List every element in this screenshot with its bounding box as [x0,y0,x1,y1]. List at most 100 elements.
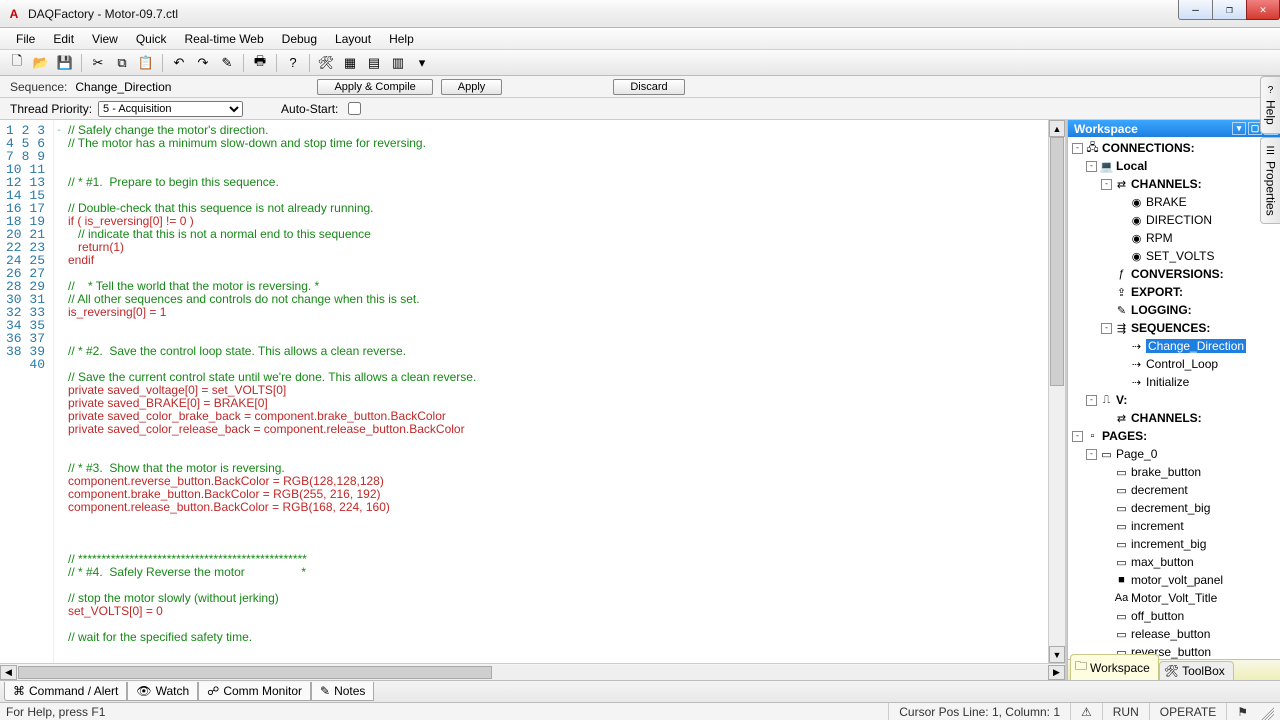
resize-grip[interactable] [1258,704,1274,720]
tree-expander[interactable]: - [1086,449,1097,460]
menu-quick[interactable]: Quick [128,30,175,48]
status-warning-icon: ⚠ [1070,703,1102,720]
tree-item-motor-volt-panel[interactable]: motor_volt_panel [1131,573,1223,587]
tree-expander[interactable]: - [1086,395,1097,406]
toolbox-tab[interactable]: 🛠ToolBox [1159,661,1234,680]
tree-expander[interactable]: - [1072,143,1083,154]
bottom-tab-command-alert[interactable]: ⌘Command / Alert [4,682,127,701]
tree-expander[interactable]: - [1086,161,1097,172]
menu-real-time-web[interactable]: Real-time Web [177,30,272,48]
fold-gutter[interactable]: - [54,120,64,663]
tree-item-max-button[interactable]: max_button [1131,555,1194,569]
scroll-down-icon[interactable]: ▼ [1049,646,1065,663]
menu-help[interactable]: Help [381,30,422,48]
tree-item-increment[interactable]: increment [1131,519,1184,533]
dropdown-icon[interactable]: ▾ [411,52,433,74]
close-button[interactable]: ✕ [1246,0,1280,20]
print-icon[interactable]: 🖶 [249,52,271,74]
tree-item-brake[interactable]: BRAKE [1146,195,1187,209]
tree-item-v[interactable]: V: [1116,393,1127,407]
copy-icon[interactable]: ⧉ [111,52,133,74]
tree-item-sequences[interactable]: SEQUENCES: [1131,321,1210,335]
scroll-left-icon[interactable]: ◀ [0,665,17,680]
thread-priority-select[interactable]: 5 - Acquisition [98,101,243,117]
paste-icon[interactable]: 📋 [135,52,157,74]
tree-item-page-0[interactable]: Page_0 [1116,447,1157,461]
apply-button[interactable]: Apply [441,79,503,95]
tools-icon[interactable]: 🛠 [315,52,337,74]
app-icon: A [6,6,22,22]
cut-icon[interactable]: ✂ [87,52,109,74]
tree-item-export[interactable]: EXPORT: [1131,285,1183,299]
channel-icon: ◉ [1129,250,1144,263]
help-icon[interactable]: ? [282,52,304,74]
tree-expander[interactable]: - [1101,323,1112,334]
tree-item-motor-volt-title[interactable]: Motor_Volt_Title [1131,591,1217,605]
panel-menu-icon[interactable]: ▾ [1232,122,1246,135]
tree-item-rpm[interactable]: RPM [1146,231,1173,245]
minimize-button[interactable]: — [1178,0,1212,20]
discard-button[interactable]: Discard [613,79,684,95]
scroll-thumb[interactable] [1050,137,1064,386]
tree-item-change-direction[interactable]: Change_Direction [1146,339,1246,353]
bottom-tab-comm-monitor[interactable]: ☍Comm Monitor [198,682,311,701]
tree-item-set-volts[interactable]: SET_VOLTS [1146,249,1214,263]
new-icon[interactable]: 🗋 [6,52,28,74]
status-cursor: Cursor Pos Line: 1, Column: 1 [888,703,1070,720]
tree-item-release-button[interactable]: release_button [1131,627,1210,641]
tree-item-connections[interactable]: CONNECTIONS: [1102,141,1195,155]
sheet2-icon[interactable]: ▥ [387,52,409,74]
tree-item-decrement[interactable]: decrement [1131,483,1188,497]
undo-icon[interactable]: ↶ [168,52,190,74]
workspace-tab[interactable]: 🗀Workspace [1070,654,1159,680]
properties-tab[interactable]: ☰Properties [1260,137,1280,225]
tree-item-local[interactable]: Local [1116,159,1147,173]
auto-start-checkbox[interactable] [348,102,361,115]
tree-expander[interactable]: - [1072,431,1083,442]
component-icon: ▭ [1114,466,1129,479]
tree-item-initialize[interactable]: Initialize [1146,375,1189,389]
v-icon: ⎍ [1099,394,1114,407]
scroll-right-icon[interactable]: ▶ [1048,665,1065,680]
open-icon[interactable]: 📂 [30,52,52,74]
tree-item-control-loop[interactable]: Control_Loop [1146,357,1218,371]
code-editor[interactable]: 1 2 3 4 5 6 7 8 9 10 11 12 13 14 15 16 1… [0,120,1067,680]
tree-item-off-button[interactable]: off_button [1131,609,1184,623]
bottom-tab-watch[interactable]: 👁Watch [127,682,198,701]
brush-icon[interactable]: ✎ [216,52,238,74]
scroll-up-icon[interactable]: ▲ [1049,120,1065,137]
sequence-icon: ⇢ [1129,340,1144,353]
menu-debug[interactable]: Debug [274,30,325,48]
run-button[interactable]: RUN [1102,703,1149,720]
sequences-icon: ⇶ [1114,322,1129,335]
tree-item-direction[interactable]: DIRECTION [1146,213,1212,227]
horizontal-scrollbar[interactable]: ◀ ▶ [0,663,1065,680]
tree-item-logging[interactable]: LOGGING: [1131,303,1192,317]
menu-view[interactable]: View [84,30,126,48]
code-area[interactable]: // Safely change the motor's direction. … [64,120,1065,663]
menu-layout[interactable]: Layout [327,30,379,48]
workspace-tree[interactable]: -🖧CONNECTIONS:-💻Local-⇄CHANNELS:◉BRAKE◉D… [1068,137,1280,659]
channels-icon: ⇄ [1114,412,1129,425]
tree-item-channels[interactable]: CHANNELS: [1131,411,1202,425]
apply-compile-button[interactable]: Apply & Compile [317,79,432,95]
tree-item-brake-button[interactable]: brake_button [1131,465,1201,479]
tree-item-conversions[interactable]: CONVERSIONS: [1131,267,1224,281]
grid-icon[interactable]: ▦ [339,52,361,74]
tree-expander[interactable]: - [1101,179,1112,190]
scroll-thumb[interactable] [18,666,492,679]
vertical-scrollbar[interactable]: ▲ ▼ [1048,120,1065,663]
save-icon[interactable]: 💾 [54,52,76,74]
tree-item-pages[interactable]: PAGES: [1102,429,1147,443]
help-tab[interactable]: ?Help [1260,76,1280,134]
tree-item-increment-big[interactable]: increment_big [1131,537,1206,551]
maximize-button[interactable]: ❐ [1212,0,1246,20]
bottom-tab-notes[interactable]: ✎Notes [311,682,374,701]
tree-item-decrement-big[interactable]: decrement_big [1131,501,1210,515]
operate-button[interactable]: OPERATE [1149,703,1226,720]
sheet-icon[interactable]: ▤ [363,52,385,74]
menu-file[interactable]: File [8,30,43,48]
menu-edit[interactable]: Edit [45,30,82,48]
redo-icon[interactable]: ↷ [192,52,214,74]
tree-item-channels[interactable]: CHANNELS: [1131,177,1202,191]
